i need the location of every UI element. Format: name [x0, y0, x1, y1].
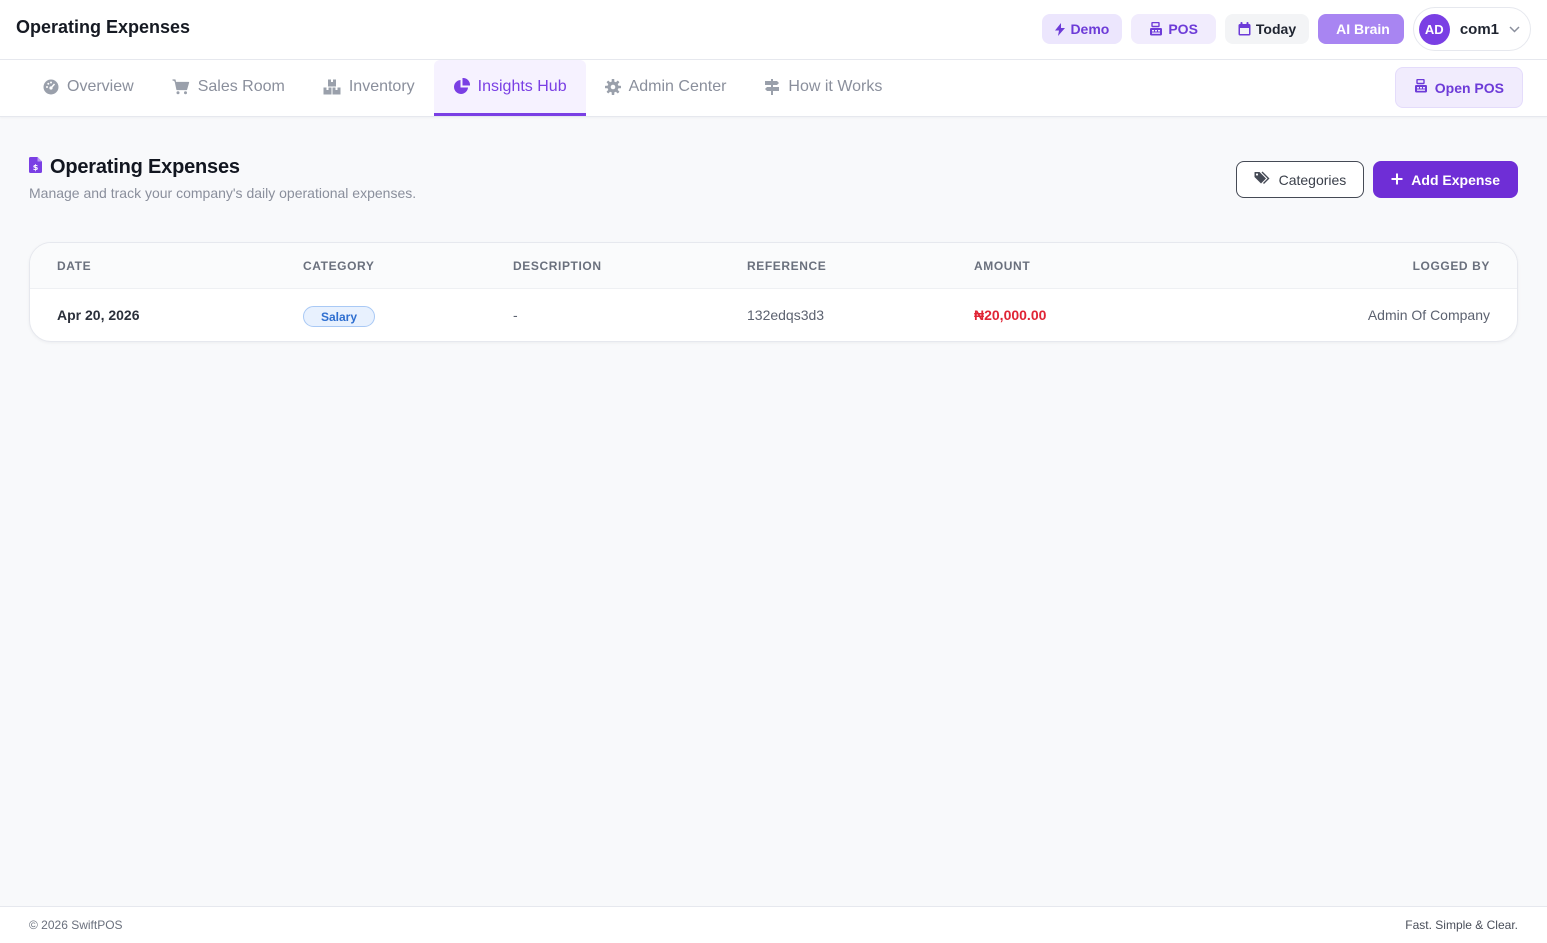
cash-register-icon: [1414, 78, 1428, 96]
category-badge: Salary: [303, 306, 376, 327]
pos-button[interactable]: POS: [1131, 14, 1216, 44]
tab-how-it-works[interactable]: How it Works: [745, 60, 901, 116]
header-description[interactable]: DESCRIPTION: [513, 259, 602, 273]
page-title-row: $ Operating Expenses: [29, 156, 416, 179]
tab-label: How it Works: [788, 77, 883, 95]
tab-label: Inventory: [348, 77, 415, 95]
tab-label: Sales Room: [197, 77, 285, 95]
table-row[interactable]: Apr 20, 2026 Salary - 132edqs3d3 ₦20,000…: [30, 289, 1517, 341]
cell-logged-by: Admin Of Company: [1367, 307, 1490, 323]
tab-inventory[interactable]: Inventory: [304, 60, 434, 116]
tab-label: Admin Center: [628, 77, 727, 95]
categories-label: Categories: [1278, 171, 1347, 188]
avatar: AD: [1418, 13, 1450, 45]
tab-admin-center[interactable]: Admin Center: [586, 60, 746, 116]
tab-label: Insights Hub: [477, 77, 567, 95]
signpost-icon: [764, 78, 780, 95]
page-actions: Categories Add Expense: [1235, 161, 1518, 198]
lightning-icon: [1055, 22, 1066, 36]
main-nav: Overview Sales Room Inventory Insights H…: [0, 60, 1547, 117]
tab-overview[interactable]: Overview: [24, 60, 153, 116]
invoice-dollar-icon: $: [29, 157, 42, 178]
footer-copyright: © 2026 SwiftPOS: [29, 918, 123, 932]
svg-text:$: $: [33, 163, 39, 172]
top-actions: Demo POS Today AI Brain AD com1: [1042, 7, 1531, 51]
plus-icon: [1391, 172, 1403, 188]
open-pos-label: Open POS: [1434, 79, 1504, 96]
pie-chart-icon: [453, 78, 470, 95]
page-subtitle: Manage and track your company's daily op…: [29, 185, 417, 201]
app-title: Operating Expenses: [16, 17, 191, 37]
categories-button[interactable]: Categories: [1235, 161, 1365, 198]
profile-name: com1: [1459, 20, 1499, 38]
tab-sales-room[interactable]: Sales Room: [153, 60, 304, 116]
cell-date: Apr 20, 2026: [57, 307, 140, 323]
footer: © 2026 SwiftPOS Fast. Simple & Clear.: [0, 906, 1547, 943]
tab-insights-hub[interactable]: Insights Hub: [433, 60, 586, 116]
ai-brain-label: AI Brain: [1336, 21, 1390, 37]
cell-amount: ₦20,000.00: [974, 307, 1047, 323]
cell-reference: 132edqs3d3: [747, 307, 825, 323]
top-bar: Operating Expenses Demo POS Today AI Bra…: [0, 0, 1547, 60]
tab-label: Overview: [67, 77, 134, 95]
profile-menu[interactable]: AD com1: [1412, 7, 1531, 51]
demo-label: Demo: [1070, 21, 1110, 37]
header-logged-by[interactable]: LOGGED BY: [1413, 259, 1490, 273]
header-amount[interactable]: AMOUNT: [974, 259, 1030, 273]
today-label: Today: [1255, 21, 1297, 37]
add-expense-button[interactable]: Add Expense: [1373, 161, 1518, 198]
cart-icon: [172, 78, 190, 95]
today-button[interactable]: Today: [1224, 14, 1310, 44]
demo-button[interactable]: Demo: [1042, 14, 1123, 44]
table-header: DATE CATEGORY DESCRIPTION REFERENCE AMOU…: [30, 243, 1517, 289]
cell-description: -: [513, 307, 518, 323]
page-title: Operating Expenses: [50, 156, 240, 178]
open-pos-button[interactable]: Open POS: [1394, 67, 1523, 108]
gear-icon: [604, 78, 621, 95]
boxes-icon: [323, 79, 341, 95]
calendar-icon: [1238, 22, 1251, 36]
ai-brain-button[interactable]: AI Brain: [1318, 14, 1404, 44]
header-reference[interactable]: REFERENCE: [747, 259, 826, 273]
add-expense-label: Add Expense: [1411, 171, 1500, 188]
header-date[interactable]: DATE: [57, 259, 91, 273]
page-heading: $ Operating Expenses Manage and track yo…: [29, 156, 416, 201]
header-category[interactable]: CATEGORY: [303, 259, 374, 273]
pos-label: POS: [1168, 21, 1198, 37]
footer-tagline: Fast. Simple & Clear.: [1405, 918, 1518, 932]
tags-icon: [1254, 171, 1270, 188]
chevron-down-icon: [1509, 20, 1520, 38]
nav-tabs: Overview Sales Room Inventory Insights H…: [24, 60, 901, 116]
cash-register-icon: [1149, 22, 1163, 36]
expenses-table: DATE CATEGORY DESCRIPTION REFERENCE AMOU…: [29, 242, 1518, 342]
dashboard-gauge-icon: [43, 79, 59, 95]
